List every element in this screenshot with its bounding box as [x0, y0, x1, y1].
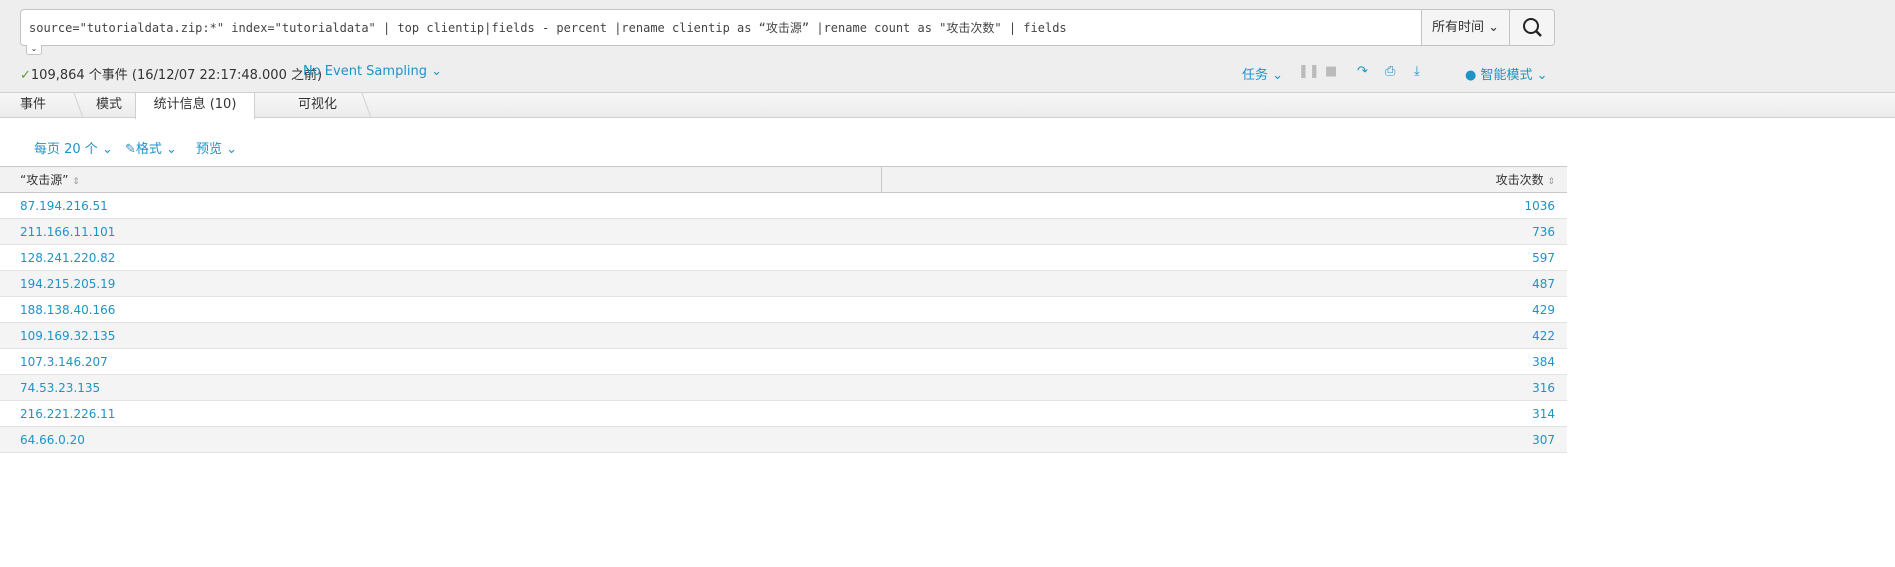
- stop-icon[interactable]: ■: [1325, 64, 1337, 79]
- attack-count-cell[interactable]: 736: [881, 218, 1567, 245]
- table-row: 109.169.32.135 422: [0, 322, 1567, 349]
- search-input[interactable]: source="tutorialdata.zip:*" index="tutor…: [29, 19, 1067, 36]
- job-menu[interactable]: 任务 ⌄: [1242, 64, 1283, 83]
- tab-divider: [73, 93, 84, 118]
- sampling-label: No Event Sampling: [303, 64, 428, 79]
- attack-count-cell[interactable]: 597: [881, 244, 1567, 271]
- chevron-down-icon: ⌄: [1488, 20, 1500, 35]
- source-ip-cell[interactable]: 74.53.23.135: [0, 374, 881, 401]
- pause-icon[interactable]: ❚❚: [1298, 64, 1320, 79]
- source-ip-cell[interactable]: 194.215.205.19: [0, 270, 881, 297]
- time-range-label: 所有时间: [1431, 20, 1484, 35]
- attack-count-cell[interactable]: 422: [881, 322, 1567, 349]
- search-icon: [1523, 18, 1542, 37]
- results-table: “攻击源” ⇕ 攻击次数 ⇕ 87.194.216.51 1036 211.166.…: [0, 166, 1567, 453]
- column-label: 攻击次数: [1495, 173, 1544, 187]
- per-page-dropdown[interactable]: 每页 20 个 ⌄: [34, 138, 113, 157]
- source-ip-cell[interactable]: 64.66.0.20: [0, 426, 881, 453]
- attack-count-cell[interactable]: 307: [881, 426, 1567, 453]
- expand-search-button[interactable]: ⌄: [26, 45, 42, 55]
- format-dropdown[interactable]: ✎格式 ⌄: [125, 138, 177, 157]
- sort-icon[interactable]: ⇕: [72, 177, 80, 187]
- table-row: 87.194.216.51 1036: [0, 192, 1567, 219]
- source-ip-cell[interactable]: 87.194.216.51: [0, 192, 881, 219]
- table-row: 64.66.0.20 307: [0, 426, 1567, 453]
- tab-statistics[interactable]: 统计信息 (10): [135, 93, 255, 119]
- attack-count-cell[interactable]: 429: [881, 296, 1567, 323]
- attack-count-cell[interactable]: 1036: [881, 192, 1567, 219]
- source-ip-cell[interactable]: 211.166.11.101: [0, 218, 881, 245]
- table-row: 188.138.40.166 429: [0, 296, 1567, 323]
- preview-label: 预览: [196, 142, 223, 157]
- export-icon[interactable]: ⤓: [1414, 64, 1420, 79]
- search-button[interactable]: [1509, 10, 1554, 45]
- event-sampling-dropdown[interactable]: No Event Sampling ⌄: [303, 64, 442, 79]
- attack-count-cell[interactable]: 384: [881, 348, 1567, 375]
- attack-count-cell[interactable]: 314: [881, 400, 1567, 427]
- attack-count-cell[interactable]: 487: [881, 270, 1567, 297]
- search-bar: source="tutorialdata.zip:*" index="tutor…: [20, 9, 1555, 46]
- share-icon[interactable]: ↷: [1357, 64, 1368, 79]
- tab-events[interactable]: 事件: [20, 93, 46, 118]
- source-ip-cell[interactable]: 128.241.220.82: [0, 244, 881, 271]
- search-mode-label: 智能模式: [1480, 68, 1533, 83]
- preview-dropdown[interactable]: 预览 ⌄: [196, 138, 237, 157]
- event-count-text: 109,864 个事件 (16/12/07 22:17:48.000 之前): [30, 68, 323, 83]
- source-ip-cell[interactable]: 109.169.32.135: [0, 322, 881, 349]
- table-row: 128.241.220.82 597: [0, 244, 1567, 271]
- column-header-count[interactable]: 攻击次数 ⇕: [880, 166, 1567, 193]
- column-label: “攻击源”: [20, 173, 69, 187]
- pencil-icon: ✎: [125, 142, 136, 157]
- tab-patterns[interactable]: 模式: [96, 93, 122, 118]
- tab-divider: [361, 93, 372, 118]
- table-row: 107.3.146.207 384: [0, 348, 1567, 375]
- attack-count-cell[interactable]: 316: [881, 374, 1567, 401]
- job-label: 任务: [1242, 68, 1269, 83]
- per-page-label: 每页 20 个: [34, 142, 98, 157]
- check-icon: ✓: [20, 68, 31, 83]
- table-row: 194.215.205.19 487: [0, 270, 1567, 297]
- lightbulb-icon: ●: [1465, 68, 1477, 83]
- table-row: 74.53.23.135 316: [0, 374, 1567, 401]
- search-mode-menu[interactable]: ● 智能模式 ⌄: [1465, 64, 1548, 83]
- table-row: 216.221.226.11 314: [0, 400, 1567, 427]
- tab-visualization[interactable]: 可视化: [298, 93, 337, 118]
- tab-bar: 事件 模式 统计信息 (10) 可视化: [0, 92, 1895, 119]
- source-ip-cell[interactable]: 216.221.226.11: [0, 400, 881, 427]
- source-ip-cell[interactable]: 107.3.146.207: [0, 348, 881, 375]
- source-ip-cell[interactable]: 188.138.40.166: [0, 296, 881, 323]
- event-count: ✓109,864 个事件 (16/12/07 22:17:48.000 之前): [20, 64, 322, 83]
- sort-icon[interactable]: ⇕: [1547, 177, 1555, 187]
- time-range-picker[interactable]: 所有时间 ⌄: [1421, 10, 1509, 45]
- column-header-source[interactable]: “攻击源” ⇕: [0, 166, 881, 193]
- format-label: 格式: [135, 142, 162, 157]
- print-icon[interactable]: ⎙: [1385, 64, 1395, 79]
- table-row: 211.166.11.101 736: [0, 218, 1567, 245]
